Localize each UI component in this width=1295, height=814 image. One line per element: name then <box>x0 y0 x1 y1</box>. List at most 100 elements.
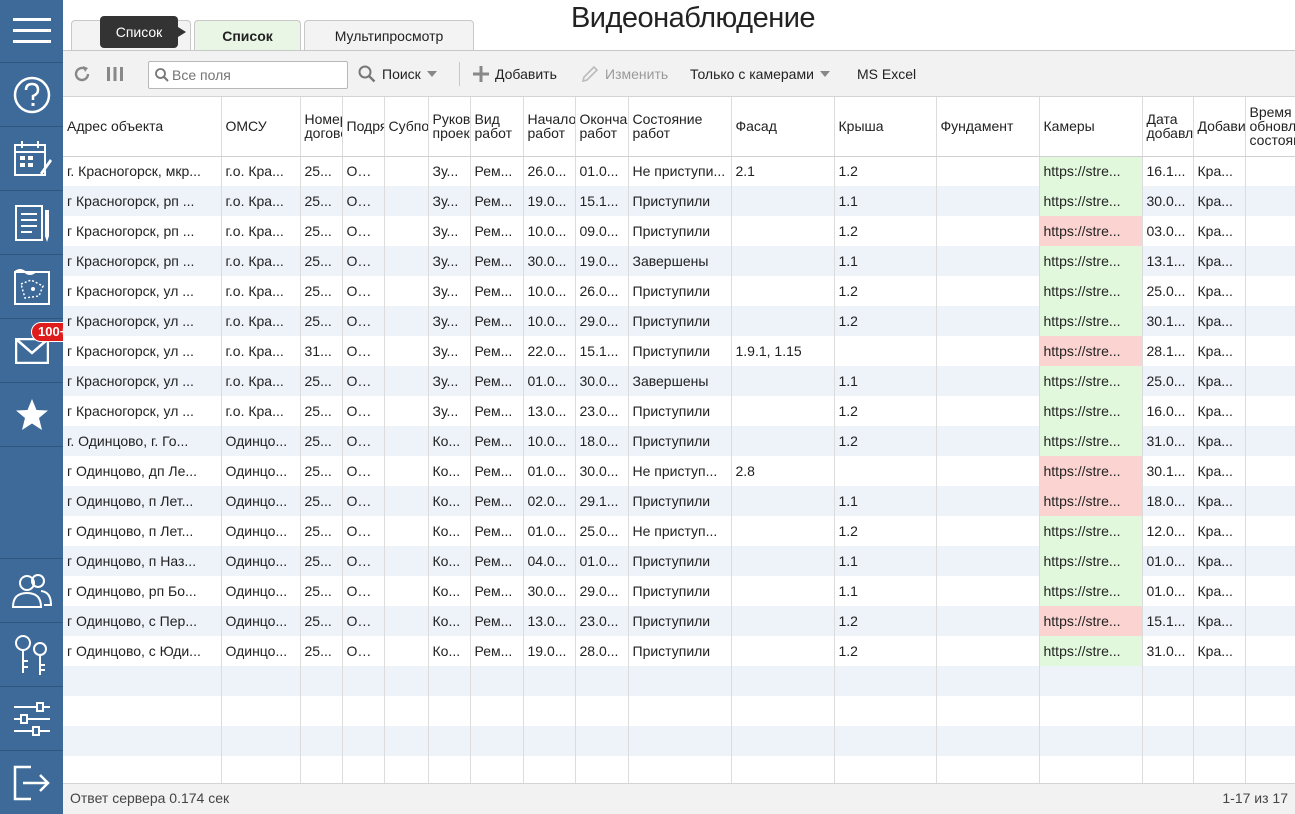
table-row[interactable]: г Одинцово, п Лет... Одинцо... 25... ОО... К… <box>63 516 1295 546</box>
column-header[interactable]: Вид работ <box>470 97 524 157</box>
camera-link-cell[interactable]: https://stre... <box>1039 606 1143 636</box>
empty-cell <box>428 696 471 726</box>
column-header[interactable]: Время обновления состояния <box>1245 97 1295 157</box>
camera-link-cell[interactable]: https://stre... <box>1039 336 1143 366</box>
table-row[interactable]: г Красногорск, рп ... г.о. Кра... 25... ОО.… <box>63 216 1295 246</box>
table-row[interactable]: г Одинцово, п Наз... Одинцо... 25... ОО... К… <box>63 546 1295 576</box>
column-header[interactable]: Фундамент <box>936 97 1040 157</box>
empty-cell <box>834 696 937 726</box>
camera-link-cell[interactable]: https://stre... <box>1039 516 1143 546</box>
camera-link-cell[interactable]: https://stre... <box>1039 216 1143 246</box>
table-cell <box>731 606 835 636</box>
empty-cell <box>731 666 835 696</box>
star-icon[interactable] <box>0 383 63 447</box>
empty-cell <box>628 726 732 756</box>
column-header[interactable]: Подрядчик <box>342 97 385 157</box>
column-header[interactable]: Камеры <box>1039 97 1143 157</box>
camera-link-cell[interactable]: https://stre... <box>1039 246 1143 276</box>
search-input[interactable] <box>172 67 342 83</box>
table-row[interactable]: г Красногорск, ул ... г.о. Кра... 25... ОО.… <box>63 396 1295 426</box>
camera-link-cell[interactable]: https://stre... <box>1039 546 1143 576</box>
table-row[interactable]: г Красногорск, ул ... г.о. Кра... 25... ОО.… <box>63 366 1295 396</box>
edit-button[interactable]: Изменить <box>581 51 668 97</box>
table-row[interactable]: г. Одинцово, г. Го... Одинцо... 25... ОО...… <box>63 426 1295 456</box>
table-row[interactable]: г Одинцово, с Юди... Одинцо... 25... ОО... К… <box>63 636 1295 666</box>
table-cell <box>384 456 429 486</box>
camera-link-cell[interactable]: https://stre... <box>1039 576 1143 606</box>
add-button[interactable]: Добавить <box>473 51 557 97</box>
column-header[interactable]: Дата добавления <box>1142 97 1194 157</box>
table-cell: 2.8 <box>731 456 835 486</box>
camera-link-cell[interactable]: https://stre... <box>1039 186 1143 216</box>
camera-link-cell[interactable]: https://stre... <box>1039 366 1143 396</box>
help-icon[interactable] <box>0 63 63 127</box>
column-header[interactable]: Номер договора <box>300 97 343 157</box>
column-header[interactable]: Адрес объекта <box>63 97 222 157</box>
table-row[interactable]: г. Красногорск, мкр... г.о. Кра... 25... ОО… <box>63 156 1295 186</box>
column-header[interactable]: Добавил <box>1193 97 1246 157</box>
menu-icon[interactable] <box>0 0 63 63</box>
table-cell: ОО... <box>342 216 385 246</box>
search-button[interactable]: Поиск <box>358 51 437 97</box>
map-icon[interactable] <box>0 255 63 319</box>
table-row[interactable]: г Красногорск, рп ... г.о. Кра... 25... ОО.… <box>63 246 1295 276</box>
column-header[interactable]: Субподрядчик <box>384 97 429 157</box>
refresh-button[interactable] <box>73 51 97 97</box>
table-row[interactable]: г Одинцово, с Пер... Одинцо... 25... ОО... К… <box>63 606 1295 636</box>
columns-button[interactable] <box>106 51 130 97</box>
table-row[interactable]: г Одинцово, п Лет... Одинцо... 25... ОО... К… <box>63 486 1295 516</box>
camera-link-cell[interactable]: https://stre... <box>1039 426 1143 456</box>
search-field[interactable] <box>148 61 348 89</box>
column-header[interactable]: Начало работ <box>523 97 576 157</box>
column-header[interactable]: Окончание работ <box>575 97 629 157</box>
table-row[interactable]: г Красногорск, рп ... г.о. Кра... 25... ОО.… <box>63 186 1295 216</box>
table-cell: Рем... <box>470 366 524 396</box>
table-cell <box>731 366 835 396</box>
table-row[interactable]: г Красногорск, ул ... г.о. Кра... 25... ОО.… <box>63 276 1295 306</box>
column-header[interactable]: Фасад <box>731 97 835 157</box>
camera-link-cell[interactable]: https://stre... <box>1039 306 1143 336</box>
table-cell: Кра... <box>1193 516 1246 546</box>
document-icon[interactable] <box>0 191 63 255</box>
column-header[interactable]: Руководитель проекта <box>428 97 471 157</box>
camera-link-cell[interactable]: https://stre... <box>1039 276 1143 306</box>
table-row[interactable]: г Красногорск, ул ... г.о. Кра... 31... ОО.… <box>63 336 1295 366</box>
table-cell <box>1245 486 1295 516</box>
camera-link-cell[interactable]: https://stre... <box>1039 396 1143 426</box>
users-icon[interactable] <box>0 559 63 623</box>
camera-link-cell[interactable]: https://stre... <box>1039 456 1143 486</box>
table-cell <box>936 456 1040 486</box>
table-row[interactable]: г Одинцово, рп Бо... Одинцо... 25... ОО... К… <box>63 576 1295 606</box>
empty-cell <box>221 726 301 756</box>
table-cell: Зу... <box>428 336 471 366</box>
column-header[interactable]: Состояние работ <box>628 97 732 157</box>
empty-cell <box>384 666 429 696</box>
camera-filter-dropdown[interactable]: Только с камерами <box>690 51 830 97</box>
keys-icon[interactable] <box>0 623 63 687</box>
table-cell: г Одинцово, п Лет... <box>63 486 222 516</box>
camera-link-cell[interactable]: https://stre... <box>1039 486 1143 516</box>
table-cell: г Красногорск, ул ... <box>63 366 222 396</box>
table-cell <box>731 276 835 306</box>
empty-cell <box>63 666 222 696</box>
column-header[interactable]: ОМСУ <box>221 97 301 157</box>
tab-list-label: Список <box>222 27 273 44</box>
settings-icon[interactable] <box>0 687 63 751</box>
calendar-icon[interactable] <box>0 127 63 191</box>
camera-link-cell[interactable]: https://stre... <box>1039 156 1143 186</box>
tab-list[interactable]: Список <box>194 20 301 50</box>
tab-multiview[interactable]: Мультипросмотр <box>304 20 474 50</box>
excel-export-button[interactable]: MS Excel <box>857 51 916 97</box>
empty-cell <box>523 666 576 696</box>
table-row[interactable]: г Красногорск, ул ... г.о. Кра... 25... ОО.… <box>63 306 1295 336</box>
table-row[interactable]: г Одинцово, дп Ле... Одинцо... 25... ОО... К… <box>63 456 1295 486</box>
empty-cell <box>300 726 343 756</box>
empty-cell <box>384 696 429 726</box>
column-header[interactable]: Крыша <box>834 97 937 157</box>
table-cell: Одинцо... <box>221 486 301 516</box>
logout-icon[interactable] <box>0 751 63 814</box>
empty-cell <box>834 756 937 783</box>
table-cell: Кра... <box>1193 336 1246 366</box>
camera-link-cell[interactable]: https://stre... <box>1039 636 1143 666</box>
search-icon <box>358 65 376 83</box>
